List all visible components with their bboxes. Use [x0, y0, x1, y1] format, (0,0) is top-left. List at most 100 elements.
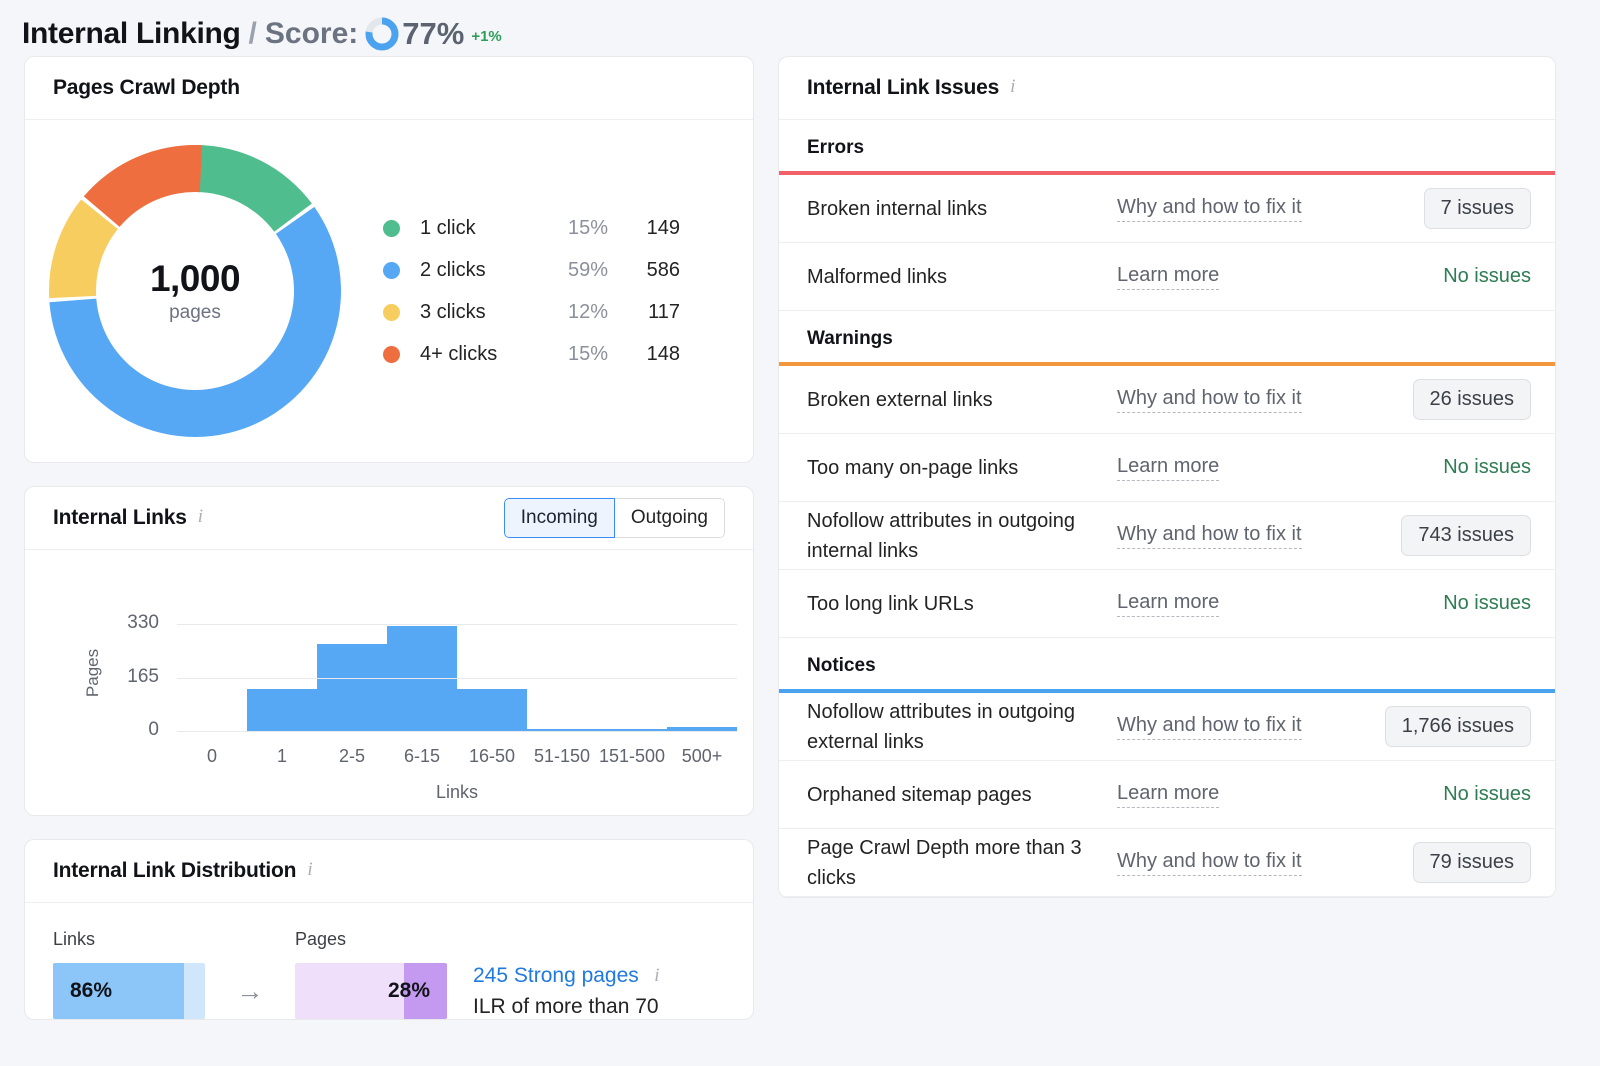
info-icon[interactable]: i — [1010, 76, 1015, 98]
issue-help-link[interactable]: Why and how to fix it — [1117, 196, 1302, 222]
internal-link-distribution-card: Internal Link Distribution i Links Pages… — [24, 839, 754, 1020]
strong-pages-description: ILR of more than 70 — [473, 995, 660, 1019]
issue-row: Nofollow attributes in outgoing internal… — [779, 502, 1555, 570]
donut-total-unit: pages — [169, 302, 221, 324]
legend-item[interactable]: 1 click15%149 — [383, 207, 680, 249]
internal-links-title: Internal Links — [53, 506, 187, 530]
bar-chart-x-tick: 0 — [177, 746, 247, 767]
toggle-incoming-button[interactable]: Incoming — [504, 498, 615, 538]
legend-item[interactable]: 4+ clicks15%148 — [383, 333, 680, 375]
right-column: Internal Link Issues i ErrorsBroken inte… — [778, 56, 1556, 921]
issue-help-link[interactable]: Learn more — [1117, 782, 1219, 808]
issue-count-cell: No issues — [1443, 592, 1531, 615]
issue-count-cell: 1,766 issues — [1385, 706, 1531, 747]
internal-links-bar-chart: Pages 012-56-1516-5051-150151-500500+ Li… — [25, 550, 754, 815]
issue-count-badge[interactable]: 26 issues — [1413, 379, 1532, 420]
legend-color-dot — [383, 304, 400, 321]
page-title: Internal Linking — [22, 17, 241, 51]
legend-item[interactable]: 2 clicks59%586 — [383, 249, 680, 291]
internal-link-distribution-body: Links Pages 86% → 28% — [25, 903, 753, 1019]
internal-links-header: Internal Links i Incoming Outgoing — [25, 487, 753, 550]
no-issues-label: No issues — [1443, 265, 1531, 287]
issue-count-badge[interactable]: 743 issues — [1401, 515, 1531, 556]
issue-count-cell: No issues — [1443, 265, 1531, 288]
issue-count-cell: 7 issues — [1424, 188, 1531, 229]
issues-section-header: Notices — [779, 638, 1555, 689]
pages-crawl-depth-body: 1,000 pages 1 click15%1492 clicks59%5863… — [25, 120, 753, 462]
issue-row: Page Crawl Depth more than 3 clicksWhy a… — [779, 829, 1555, 897]
issue-help-link[interactable]: Why and how to fix it — [1117, 850, 1302, 876]
crawl-depth-donut-chart: 1,000 pages — [49, 145, 341, 437]
issue-count-cell: 79 issues — [1413, 842, 1532, 883]
score-delta: +1% — [471, 28, 501, 45]
legend-percent: 15% — [540, 217, 608, 240]
issue-row: Nofollow attributes in outgoing external… — [779, 693, 1555, 761]
crawl-depth-legend: 1 click15%1492 clicks59%5863 clicks12%11… — [383, 207, 680, 375]
pages-percentage-bar: 28% — [295, 963, 447, 1019]
issue-count-cell: No issues — [1443, 783, 1531, 806]
issue-count-cell: 743 issues — [1401, 515, 1531, 556]
issue-help-link[interactable]: Learn more — [1117, 264, 1219, 290]
strong-pages-link[interactable]: 245 Strong pages — [473, 964, 639, 987]
issue-count-badge[interactable]: 7 issues — [1424, 188, 1531, 229]
links-percentage-bar: 86% — [53, 963, 205, 1019]
no-issues-label: No issues — [1443, 592, 1531, 614]
internal-link-distribution-header: Internal Link Distribution i — [25, 840, 753, 903]
legend-percent: 59% — [540, 259, 608, 282]
toggle-outgoing-button[interactable]: Outgoing — [614, 498, 725, 538]
issue-row: Too many on-page linksLearn more No issue… — [779, 434, 1555, 502]
issue-help-link[interactable]: Learn more — [1117, 591, 1219, 617]
page-header: Internal Linking / Score: 77% +1% — [0, 0, 1600, 56]
internal-links-card: Internal Links i Incoming Outgoing Pages — [24, 486, 754, 816]
internal-link-issues-header: Internal Link Issues i — [779, 57, 1555, 120]
bar-chart-y-tick: 165 — [95, 666, 159, 688]
issue-help-link[interactable]: Why and how to fix it — [1117, 523, 1302, 549]
strong-pages-note: 245 Strong pages i ILR of more than 70 — [473, 964, 660, 1019]
issue-help-link[interactable]: Why and how to fix it — [1117, 387, 1302, 413]
issue-row: Orphaned sitemap pagesLearn moreNo issue… — [779, 761, 1555, 829]
distribution-links-header: Links — [53, 929, 295, 950]
links-direction-toggle[interactable]: Incoming Outgoing — [504, 498, 725, 538]
legend-label: 2 clicks — [420, 259, 540, 282]
bar-chart-gridline — [177, 624, 737, 625]
legend-color-dot — [383, 220, 400, 237]
info-icon[interactable]: i — [307, 859, 312, 881]
bar-chart-x-axis-label: Links — [177, 782, 737, 803]
issue-count-cell: No issues — [1443, 456, 1531, 479]
issue-row: Broken internal linksWhy and how to fix … — [779, 175, 1555, 243]
issue-help-link[interactable]: Why and how to fix it — [1117, 714, 1302, 740]
issues-section-header: Errors — [779, 120, 1555, 171]
issue-name: Too long link URLs — [807, 589, 1117, 619]
pages-crawl-depth-card: Pages Crawl Depth 1,000 pages 1 click15%… — [24, 56, 754, 463]
issue-count-badge[interactable]: 79 issues — [1413, 842, 1532, 883]
donut-center-label: 1,000 pages — [49, 145, 341, 437]
legend-value: 117 — [608, 301, 680, 324]
bar-chart-x-tick: 1 — [247, 746, 317, 767]
issue-help-link[interactable]: Learn more — [1117, 455, 1219, 481]
legend-color-dot — [383, 346, 400, 363]
internal-links-chart-body: Pages 012-56-1516-5051-150151-500500+ Li… — [25, 550, 753, 815]
bar-chart-x-tick: 51-150 — [527, 746, 597, 767]
bar-chart-x-tick: 16-50 — [457, 746, 527, 767]
bar-chart-x-tick: 6-15 — [387, 746, 457, 767]
legend-label: 1 click — [420, 217, 540, 240]
pages-crawl-depth-header: Pages Crawl Depth — [25, 57, 753, 120]
bar-chart-y-tick: 0 — [95, 719, 159, 741]
legend-item[interactable]: 3 clicks12%117 — [383, 291, 680, 333]
score-value: 77% — [402, 16, 464, 52]
legend-label: 4+ clicks — [420, 343, 540, 366]
distribution-column-headers: Links Pages — [53, 929, 725, 950]
issue-count-badge[interactable]: 1,766 issues — [1385, 706, 1531, 747]
issue-name: Broken external links — [807, 385, 1117, 415]
legend-label: 3 clicks — [420, 301, 540, 324]
strong-pages-line: 245 Strong pages i — [473, 964, 660, 988]
info-icon[interactable]: i — [198, 506, 203, 528]
legend-value: 149 — [608, 217, 680, 240]
donut-total-value: 1,000 — [150, 258, 240, 300]
info-icon[interactable]: i — [654, 965, 659, 987]
issue-name: Too many on-page links — [807, 453, 1117, 483]
pages-percentage-value: 28% — [388, 979, 447, 1003]
legend-percent: 15% — [540, 343, 608, 366]
bar-chart-gridline — [177, 678, 737, 679]
issue-name: Page Crawl Depth more than 3 clicks — [807, 833, 1117, 893]
